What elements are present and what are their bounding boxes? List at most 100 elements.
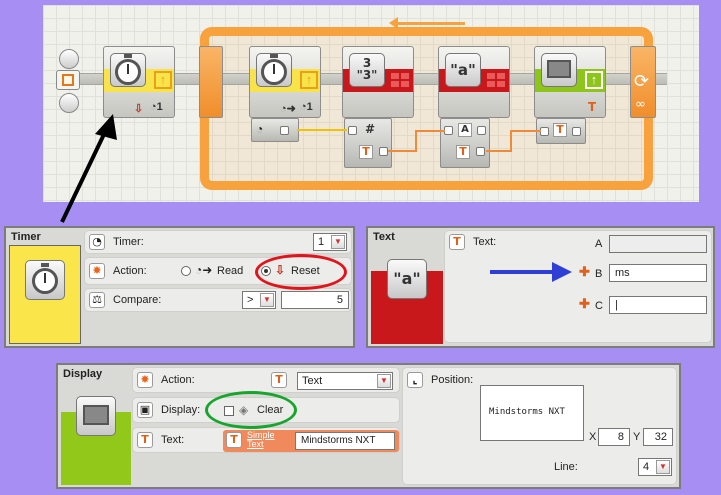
red-grid-icon <box>391 73 411 89</box>
line-label: Line: <box>554 461 578 473</box>
text-output-plug[interactable] <box>379 147 388 156</box>
number-to-text-icon: 3 "3" <box>349 53 385 87</box>
start-icon <box>62 74 74 86</box>
loop-icon: ⟳ <box>634 71 650 92</box>
loop-arrow-head-icon <box>389 17 398 29</box>
compare-row: ⚖ Compare: > ▼ 5 <box>84 288 352 312</box>
compare-operator-select[interactable]: > ▼ <box>242 291 276 309</box>
blue-pointer-arrow-icon <box>490 262 572 282</box>
panel-title: Display <box>63 368 103 380</box>
start-point[interactable] <box>56 70 80 90</box>
text-a-icon: A <box>458 123 472 137</box>
display-text-row: T Text: T Simple Text Mindstorms NXT <box>132 427 400 453</box>
timer-block-2[interactable]: ↑ ◔➜ ◔1 <box>249 46 321 118</box>
program-canvas[interactable]: ↑ ⇩ ◔1 ↑ ◔➜ ◔1 ◔ 3 "3" # T "a" A T ↑ T T… <box>43 5 699 202</box>
display-preview <box>61 382 131 485</box>
position-group: ⌞ Position: Mindstorms NXT X 8 Y 32 Line… <box>402 367 677 485</box>
infinity-icon: ∞ <box>635 97 646 112</box>
text-wire-1c <box>415 130 445 132</box>
action-label: Action: <box>113 265 147 277</box>
text-a-input[interactable] <box>609 235 707 253</box>
preview-text: Mindstorms NXT <box>489 407 565 417</box>
display-config-panel: Display ✸ Action: T Text ▼ ▣ Display: ◈ … <box>56 363 681 489</box>
text-output-icon: T <box>359 145 373 159</box>
chevron-down-icon[interactable]: ▼ <box>260 293 274 307</box>
clear-highlight-ring <box>205 391 297 429</box>
text-icon: "a" <box>445 53 481 87</box>
field-c-label: C <box>595 300 603 312</box>
number-to-text-hub[interactable]: # T <box>344 118 392 168</box>
simple-text-link[interactable]: Simple Text <box>247 431 293 449</box>
star-action-icon: ✸ <box>137 372 153 388</box>
text-output-icon: T <box>456 145 470 159</box>
text-icon: "a" <box>387 259 427 299</box>
timer-output-plug[interactable] <box>280 126 289 135</box>
display-block[interactable]: ↑ T <box>534 46 606 118</box>
line-select[interactable]: 4 ▼ <box>638 458 672 476</box>
timer-data-hub[interactable]: ◔ <box>251 118 299 142</box>
reset-arrow-icon: ⇩ <box>134 103 144 115</box>
red-grid-icon <box>487 73 507 89</box>
position-icon: ⌞ <box>407 372 423 388</box>
text-t-icon: T <box>449 234 465 250</box>
text-a-plug[interactable] <box>444 126 453 135</box>
read-label[interactable]: Read <box>217 265 243 277</box>
star-action-icon: ✸ <box>89 263 105 279</box>
simple-text-icon: T <box>226 432 242 448</box>
text-wire-2a <box>486 150 511 152</box>
text-output-plug[interactable] <box>476 147 485 156</box>
display-action-row: ✸ Action: T Text ▼ <box>132 367 400 393</box>
display-screen-icon: ▣ <box>137 402 153 418</box>
text-mode-icon: T <box>271 372 287 388</box>
timer-icon <box>25 260 65 300</box>
text-fields-group: T Text: A ✚ B ms ✚ C | <box>444 230 712 343</box>
timer-icon <box>110 53 146 87</box>
chevron-down-icon[interactable]: ▼ <box>656 460 670 474</box>
number-input-plug[interactable] <box>348 126 357 135</box>
display-position-preview[interactable]: Mindstorms NXT <box>480 385 584 441</box>
text-label: Text: <box>161 434 185 446</box>
plug-c-icon: ✚ <box>579 296 590 311</box>
scale-compare-icon: ⚖ <box>89 292 105 308</box>
pointer-arrow-icon <box>60 114 117 223</box>
field-b-label: B <box>595 268 603 280</box>
text-config-panel: Text "a" T Text: A ✚ B ms ✚ C | <box>366 226 715 348</box>
timer-config-panel: Timer ◔ Timer: 1 ▼ ✸ Action: ◔➜ Read ⇩ R… <box>4 226 355 348</box>
compare-label: Compare: <box>113 294 162 306</box>
text-block[interactable]: "a" <box>438 46 510 118</box>
text-block-hub[interactable]: A T <box>440 118 490 168</box>
text-a-out-plug[interactable] <box>477 126 486 135</box>
display-text-input[interactable]: Mindstorms NXT <box>295 432 395 450</box>
y-input[interactable]: 32 <box>643 428 673 446</box>
display-block-hub[interactable]: T <box>536 118 586 144</box>
number-wire <box>297 129 347 131</box>
timer-icon <box>256 53 292 87</box>
timer-number-select[interactable]: 1 ▼ <box>313 233 347 251</box>
text-wire-2c <box>510 130 541 132</box>
read-radio[interactable] <box>181 266 191 276</box>
loop-left-cap[interactable] <box>199 46 223 118</box>
simple-text-group: T Simple Text Mindstorms NXT <box>223 430 399 452</box>
timer-number-icon: ◔1 <box>300 101 313 113</box>
upload-arrow-icon: ↑ <box>300 71 318 89</box>
loop-right-cap[interactable]: ⟳ ∞ <box>630 46 656 118</box>
text-preview: "a" <box>371 245 443 344</box>
text-c-input[interactable]: | <box>609 296 707 314</box>
display-icon <box>76 396 116 436</box>
display-text-out-plug[interactable] <box>572 127 581 136</box>
loop-direction-arrow <box>395 22 465 25</box>
compare-value-input[interactable]: 5 <box>281 291 349 309</box>
text-b-input[interactable]: ms <box>609 264 707 282</box>
display-action-select[interactable]: Text ▼ <box>297 372 393 390</box>
display-text-plug[interactable] <box>540 127 549 136</box>
chevron-down-icon[interactable]: ▼ <box>331 235 345 249</box>
timer-preview <box>9 245 81 344</box>
text-label: Text: <box>473 236 497 248</box>
action-label: Action: <box>161 374 195 386</box>
x-input[interactable]: 8 <box>598 428 630 446</box>
start-pill-top[interactable] <box>59 49 79 69</box>
panel-title: Text <box>373 231 395 243</box>
number-to-text-block[interactable]: 3 "3" <box>342 46 414 118</box>
chevron-down-icon[interactable]: ▼ <box>377 374 391 388</box>
timer-value-icon: ◔ <box>256 122 264 136</box>
